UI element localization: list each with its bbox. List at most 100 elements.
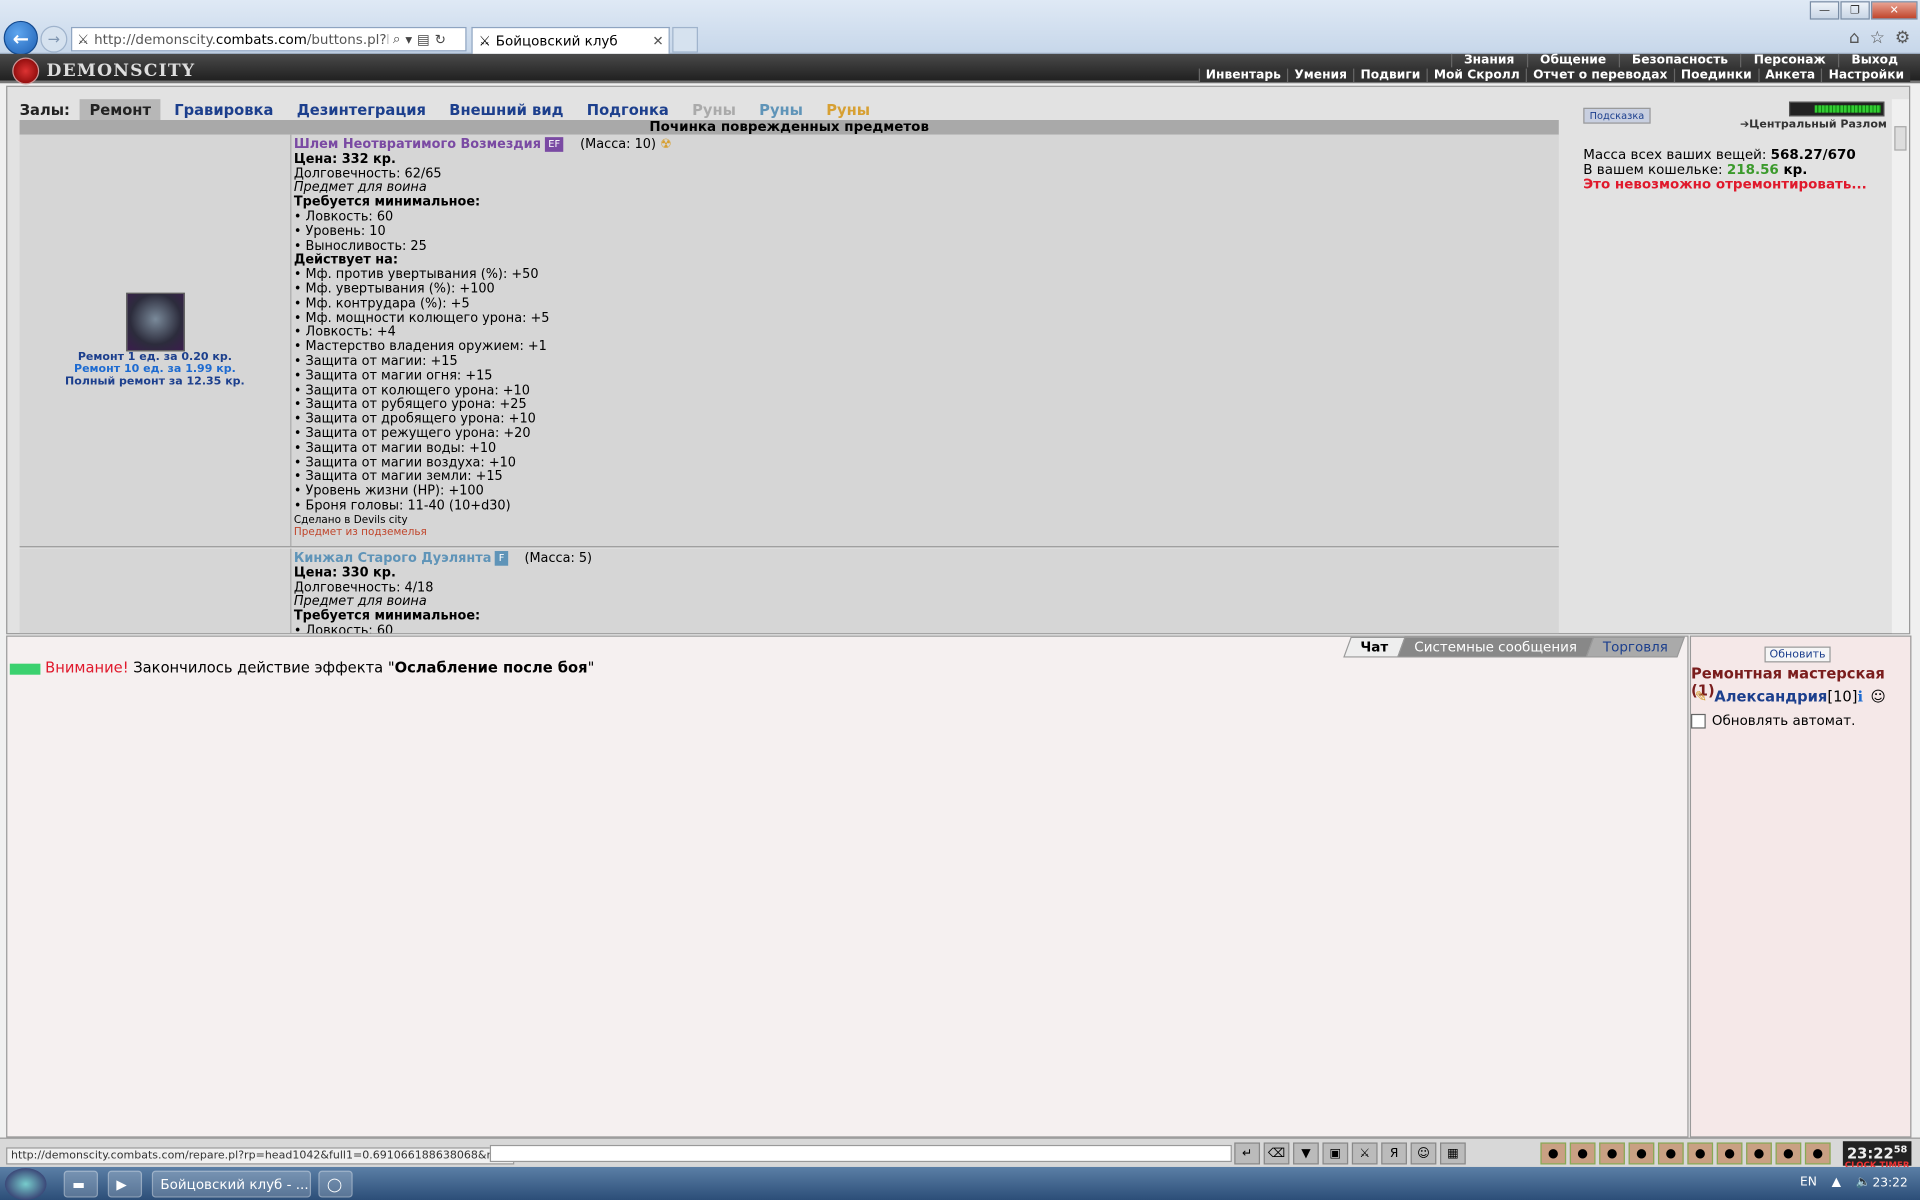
tab-appearance[interactable]: Внешний вид (439, 99, 573, 121)
action-icon[interactable]: ● (1569, 1142, 1596, 1165)
restore-button[interactable]: ❐ (1840, 1, 1870, 20)
refresh-button[interactable]: Обновить (1764, 646, 1831, 663)
user-nick[interactable]: Александрия (1714, 688, 1827, 705)
refresh-icon[interactable]: ↻ (435, 31, 446, 47)
action-icon[interactable]: ● (1599, 1142, 1625, 1165)
info-icon[interactable]: ℹ (1858, 688, 1864, 705)
message-end: " (587, 658, 595, 676)
color-icon[interactable]: ▦ (1440, 1142, 1466, 1165)
item-details: Кинжал Старого Дуэлянта F (Масса: 5) Цена… (294, 551, 592, 633)
item-actions: Ремонт 1 ед. за 0.20 кр. Ремонт 10 ед. з… (20, 134, 292, 547)
close-window-button[interactable]: ✕ (1871, 1, 1918, 20)
save-icon[interactable]: ▣ (1322, 1142, 1349, 1165)
item-name[interactable]: Кинжал Старого Дуэлянта (294, 551, 492, 566)
item-row: Кинжал Старого Дуэлянта F (Масса: 5) Цена… (19, 548, 1559, 634)
vertical-scrollbar[interactable] (1891, 99, 1909, 634)
clear-icon[interactable]: ⌫ (1263, 1142, 1290, 1165)
minimize-button[interactable]: — (1809, 1, 1840, 20)
favorites-icon[interactable]: ☆ (1870, 28, 1885, 48)
compat-icon[interactable]: ▤ (417, 31, 430, 47)
tab-trade[interactable]: Торговля (1585, 636, 1686, 658)
action-icon[interactable]: ● (1775, 1142, 1802, 1165)
action-icon[interactable]: ● (1746, 1142, 1772, 1165)
volume-icon[interactable]: 🔈 (1856, 1176, 1871, 1189)
system-clock[interactable]: 23:22 (1872, 1177, 1907, 1190)
status-url: http://demonscity.combats.com/repare.pl?… (6, 1147, 515, 1165)
tab-system-messages[interactable]: Системные сообщения (1397, 636, 1595, 658)
chat-input[interactable] (489, 1144, 1232, 1163)
fight-icon[interactable]: ⚔ (1351, 1142, 1378, 1165)
tab-engraving[interactable]: Гравировка (164, 99, 283, 121)
action-icon[interactable]: ● (1716, 1142, 1743, 1165)
language-indicator[interactable]: EN (1800, 1176, 1817, 1189)
act-item: • Защита от режущего урона: +20 (293, 426, 531, 441)
menu-security[interactable]: Безопасность (1618, 53, 1740, 68)
hint-button[interactable]: Подсказка (1583, 107, 1651, 124)
new-tab-button[interactable] (672, 26, 698, 53)
add-friend-icon[interactable]: ☺ (1870, 688, 1885, 705)
tab-chat[interactable]: Чат (1343, 636, 1406, 658)
translit-icon[interactable]: Я (1381, 1142, 1407, 1165)
halls-label: Залы: (19, 101, 70, 119)
private-msg-icon[interactable]: ✎ (1695, 688, 1707, 705)
settings-gear-icon[interactable]: ⚙ (1895, 28, 1910, 48)
submenu-inventory[interactable]: Инвентарь (1198, 68, 1287, 83)
action-icon[interactable]: ● (1804, 1142, 1831, 1165)
send-icon[interactable]: ↵ (1234, 1142, 1261, 1165)
auto-refresh[interactable]: Обновлять автомат. (1691, 713, 1855, 729)
action-icon[interactable]: ● (1628, 1142, 1655, 1165)
submenu-my-scroll[interactable]: Мой Скролл (1426, 68, 1526, 83)
action-icon[interactable]: ● (1540, 1142, 1567, 1165)
location-link[interactable]: ➔Центральный Разлом (1740, 119, 1887, 131)
menu-exit[interactable]: Выход (1837, 53, 1910, 68)
repair-full-link[interactable]: Полный ремонт за 12.35 кр. (65, 376, 245, 388)
item-badge: F (495, 551, 509, 566)
item-mass: (Масса: 10) (580, 137, 656, 152)
message-warning: Внимание! (45, 658, 129, 676)
tab-disintegration[interactable]: Дезинтеграция (287, 99, 436, 121)
back-button[interactable]: ← (3, 20, 38, 56)
act-item: • Мф. увертывания (%): +100 (293, 281, 495, 297)
menu-communication[interactable]: Общение (1526, 53, 1619, 68)
smiles-icon[interactable]: ☺ (1410, 1142, 1437, 1165)
message-text: Закончилось действие эффекта " (128, 658, 395, 676)
act-item: • Защита от магии: +15 (293, 353, 458, 369)
dropdown-icon[interactable]: ▾ (405, 31, 412, 47)
window-controls: — ❐ ✕ (1809, 1, 1918, 20)
action-icon[interactable]: ● (1687, 1142, 1714, 1165)
table-title: Починка поврежденных предметов (19, 119, 1559, 135)
tab-repair[interactable]: Ремонт (79, 99, 161, 122)
auto-refresh-checkbox[interactable] (1691, 713, 1706, 728)
browser-tab[interactable]: ⚔ Бойцовский клуб ✕ (471, 26, 670, 54)
menu-knowledge[interactable]: Знания (1450, 53, 1527, 68)
opera-taskbar-icon[interactable]: ◯ (318, 1170, 353, 1198)
repair-1-link[interactable]: Ремонт 1 ед. за 0.20 кр. (78, 351, 232, 363)
media-taskbar-icon[interactable]: ▶ (107, 1170, 143, 1198)
error-text: Это невозможно отремонтировать... (1583, 176, 1867, 193)
repair-10-link[interactable]: Ремонт 10 ед. за 1.99 кр. (74, 364, 236, 376)
start-button[interactable] (4, 1168, 47, 1200)
submenu-battles[interactable]: Поединки (1673, 68, 1758, 83)
site-icon: ⚔ (77, 31, 90, 48)
menu-character[interactable]: Персонаж (1740, 53, 1838, 68)
submenu-transfers[interactable]: Отчет о переводах (1525, 68, 1674, 83)
tray-arrow-icon[interactable]: ▲ (1832, 1176, 1841, 1189)
submenu-achievements[interactable]: Подвиги (1353, 68, 1427, 83)
home-icon[interactable]: ⌂ (1849, 28, 1860, 48)
act-item: • Защита от дробящего урона: +10 (293, 411, 536, 427)
address-bar[interactable]: ⚔ http://demonscity.combats.com/buttons.… (71, 26, 467, 52)
message-effect: Ослабление после боя (394, 658, 588, 676)
item-name[interactable]: Шлем Неотвратимого Возмездия (294, 137, 541, 152)
submenu-profile[interactable]: Анкета (1757, 68, 1822, 83)
tab-close-icon[interactable]: ✕ (652, 33, 663, 49)
search-icon[interactable]: ⌕ (393, 31, 401, 48)
action-icon[interactable]: ● (1657, 1142, 1684, 1165)
taskbar-browser-item[interactable]: Бойцовский клуб - ... (151, 1170, 312, 1198)
game-clock: 23:2258 CLOCK TIMER (1842, 1141, 1912, 1170)
explorer-taskbar-icon[interactable]: ▬ (63, 1170, 98, 1198)
submenu-skills[interactable]: Умения (1286, 68, 1354, 83)
filter-icon[interactable]: ▼ (1293, 1142, 1319, 1165)
message-time[interactable]: 23:21 (9, 663, 41, 675)
submenu-settings[interactable]: Настройки (1821, 68, 1911, 83)
forward-button[interactable]: → (40, 25, 68, 53)
